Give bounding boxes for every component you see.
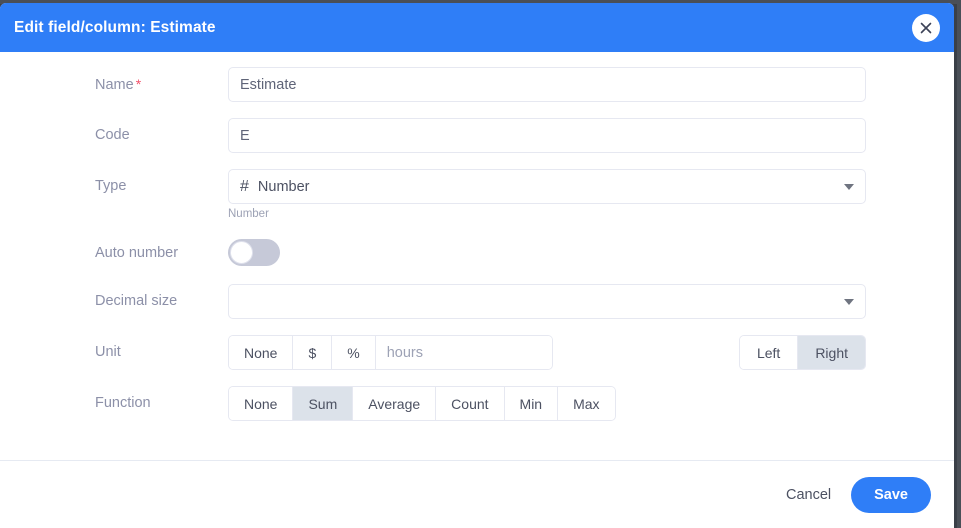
unit-custom-input[interactable] (375, 336, 552, 369)
field-area-unit: None $ % Left Right (228, 335, 954, 370)
save-button[interactable]: Save (851, 476, 931, 513)
close-icon (920, 22, 932, 34)
label-unit: Unit (95, 344, 121, 360)
field-area-code (228, 118, 954, 153)
dialog-header: Edit field/column: Estimate (0, 3, 954, 52)
label-name: Name * (95, 67, 228, 93)
label-decimal-size: Decimal size (95, 293, 178, 309)
label-name-text: Name (95, 77, 134, 93)
form-row-name: Name * (0, 67, 954, 102)
field-area-auto-number (228, 236, 954, 266)
page-root: Edit field/column: Estimate Name * Estim… (0, 0, 961, 528)
cancel-button[interactable]: Cancel (782, 481, 835, 509)
form-row-function: Function None Sum Average Count Min Max (0, 386, 954, 421)
label-type: Type (95, 178, 127, 194)
form-row-unit: Unit None $ % Left Right (0, 335, 954, 370)
dialog-title: Edit field/column: Estimate (14, 18, 216, 36)
function-option-average[interactable]: Average (353, 387, 437, 420)
auto-number-toggle[interactable] (228, 239, 280, 266)
close-button[interactable] (912, 13, 940, 42)
name-input[interactable] (228, 67, 866, 102)
form-row-auto-number: Auto number (0, 236, 954, 266)
dialog-footer: Cancel Save (0, 460, 954, 528)
required-asterisk: * (135, 76, 142, 92)
field-area-type: # Number Number (228, 169, 954, 220)
function-option-max[interactable]: Max (558, 387, 615, 420)
label-function: Function (95, 395, 151, 411)
hash-icon: # (240, 177, 249, 195)
backdrop-right-strip (957, 0, 961, 528)
field-area-decimal-size (228, 284, 954, 319)
edit-field-dialog: Edit field/column: Estimate Name * Estim… (0, 3, 954, 528)
code-input[interactable] (228, 118, 866, 153)
type-select-value: Number (257, 178, 310, 195)
form-row-decimal-size: Decimal size (0, 284, 954, 319)
form-row-code: Code (0, 118, 954, 153)
decimal-size-select[interactable] (228, 284, 866, 319)
field-area-function: None Sum Average Count Min Max (228, 386, 954, 421)
form-row-type: Type # Number Number (0, 169, 954, 220)
function-button-group: None Sum Average Count Min Max (228, 386, 616, 421)
chevron-down-icon (844, 183, 854, 190)
type-helper-text: Number (228, 208, 269, 220)
unit-alignment-group: Left Right (738, 335, 866, 370)
function-option-min[interactable]: Min (504, 387, 559, 420)
dialog-body: Name* Code Type # Number (0, 52, 954, 460)
label-code: Code (95, 127, 130, 143)
toggle-knob (230, 241, 253, 264)
unit-option-none[interactable]: None (229, 336, 294, 369)
function-option-sum[interactable]: Sum (293, 387, 354, 420)
alignment-option-left[interactable]: Left (739, 336, 799, 369)
function-option-none[interactable]: None (229, 387, 294, 420)
label-auto-number: Auto number (95, 245, 179, 261)
unit-button-group: None $ % (228, 335, 553, 370)
field-area-name (228, 67, 954, 102)
function-option-count[interactable]: Count (436, 387, 505, 420)
unit-option-dollar[interactable]: $ (293, 336, 333, 369)
unit-option-percent[interactable]: % (332, 336, 376, 369)
alignment-option-right[interactable]: Right (798, 336, 865, 369)
chevron-down-icon (844, 298, 854, 305)
type-select[interactable]: # Number (228, 169, 866, 204)
